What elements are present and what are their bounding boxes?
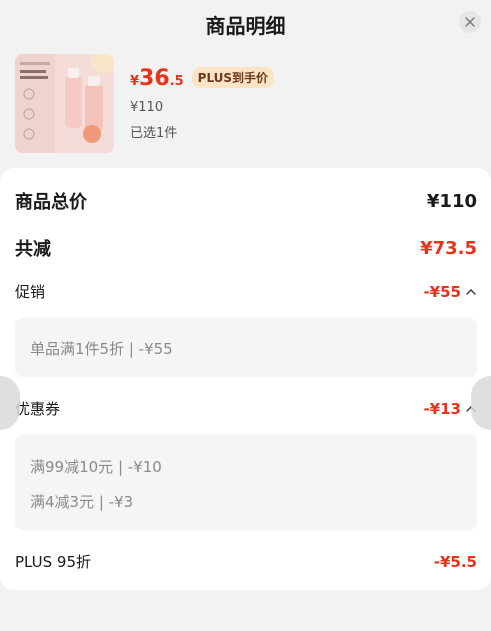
promo-details: 单品满1件5折 | -¥55 [15, 318, 477, 377]
price-decimal: .5 [169, 74, 184, 89]
promo-item: 单品满1件5折 | -¥55 [30, 340, 173, 358]
coupon-details: 满99减10元 | -¥10 满4减3元 | -¥3 [15, 434, 477, 530]
coupon-item: 满4减3元 | -¥3 [30, 493, 134, 511]
promo-row[interactable]: 促销 -¥55 [15, 281, 477, 302]
total-value: ¥110 [426, 190, 477, 212]
product-thumbnail[interactable] [15, 54, 114, 153]
price-integer: 36 [139, 66, 170, 91]
coupon-label: 优惠券 [15, 400, 61, 418]
coupon-value: -¥13 [423, 399, 461, 418]
plus-price-tag: PLUS到手价 [191, 67, 275, 88]
price-symbol: ¥ [130, 74, 140, 89]
total-row: 商品总价 ¥110 [15, 188, 477, 214]
discount-label: 共减 [15, 239, 51, 260]
product-summary: ¥ 36 .5 PLUS到手价 ¥110 已选1件 [15, 54, 475, 154]
discount-row: 共减 ¥73.5 [15, 235, 477, 261]
coupon-row[interactable]: 优惠券 -¥13 [15, 398, 477, 419]
selected-count: 已选1件 [130, 126, 178, 141]
plus-price: ¥ 36 .5 PLUS到手价 [130, 66, 275, 91]
discount-value: ¥73.5 [420, 237, 477, 259]
plus-discount-row: PLUS 95折 -¥5.5 [15, 551, 477, 572]
plus-discount-label: PLUS 95折 [15, 553, 92, 571]
plus-discount-value: -¥5.5 [433, 552, 477, 571]
promo-label: 促销 [15, 283, 46, 301]
coupon-item: 满99减10元 | -¥10 [30, 458, 162, 476]
promo-value-wrap[interactable]: -¥55 [423, 283, 477, 301]
original-price: ¥110 [130, 100, 164, 115]
product-image [15, 54, 114, 153]
header: 商品明细 [0, 0, 491, 46]
chevron-up-icon[interactable] [465, 286, 477, 298]
coupon-value-wrap[interactable]: -¥13 [423, 400, 477, 418]
page-title: 商品明细 [205, 14, 286, 38]
price-breakdown-card: 商品总价 ¥110 共减 ¥73.5 促销 -¥55 单品满1件5折 | -¥5… [0, 168, 491, 590]
promo-value: -¥55 [423, 282, 461, 301]
right-scroll-handle[interactable] [471, 376, 491, 430]
total-label: 商品总价 [15, 192, 87, 213]
close-icon [465, 17, 475, 27]
close-button[interactable] [459, 11, 481, 33]
